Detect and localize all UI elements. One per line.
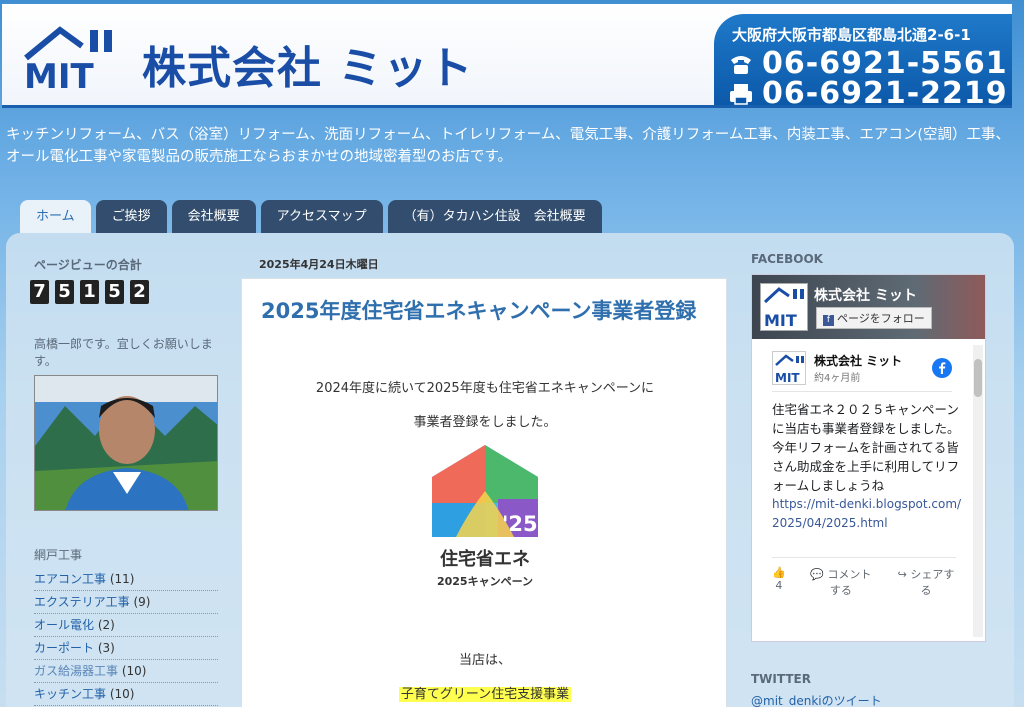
label-count: (11) xyxy=(109,572,135,586)
company-name: 株式会社 ミット xyxy=(142,43,474,94)
fax-icon xyxy=(730,83,752,105)
site-description: キッチンリフォーム、バス（浴室）リフォーム、洗面リフォーム、トイレリフォーム、電… xyxy=(6,127,1010,165)
list-item: エアコン工事 (11) xyxy=(34,568,218,591)
fb-follow-label: ページをフォロー xyxy=(837,312,925,325)
tab-home[interactable]: ホーム xyxy=(20,200,91,233)
counter-digit: 1 xyxy=(80,280,99,304)
tab-greeting[interactable]: ご挨拶 xyxy=(95,200,167,233)
contact-box: 大阪府大阪市都島区都島北通2-6-1 06-6921-5561 06-6921-… xyxy=(714,14,1012,108)
highlighted-program: 子育てグリーン住宅支援事業 xyxy=(242,683,728,702)
fb-post-author[interactable]: 株式会社 ミット xyxy=(814,352,902,369)
post-date: 2025年4月24日木曜日 xyxy=(259,258,379,271)
label-count: (10) xyxy=(109,687,135,701)
fax-row: 06-6921-2219 xyxy=(728,76,1008,108)
highlight-text: 子育てグリーン住宅支援事業 xyxy=(398,687,572,702)
profile-photo[interactable] xyxy=(34,375,218,511)
fb-post-link[interactable]: https://mit-denki.blogspot.com/2025/04/2… xyxy=(772,495,962,533)
post-text-line: 当店は、 xyxy=(458,653,511,668)
header-banner[interactable]: MIT 株式会社 ミット 大阪府大阪市都島区都島北通2-6-1 06-6921-… xyxy=(2,4,1012,108)
post-title[interactable]: 2025年度住宅省エネキャンペーン事業者登録 xyxy=(261,295,711,327)
fb-page-avatar[interactable]: MIT xyxy=(760,283,808,331)
list-item: キッチン工事 (10) xyxy=(34,683,218,706)
fb-share-label: シェアする xyxy=(910,568,955,597)
label-link[interactable]: オール電化 xyxy=(34,618,94,632)
profile-greeting: 高橋一郎です。宜しくお願いします。 xyxy=(34,337,213,368)
svg-text:MIT: MIT xyxy=(764,311,797,330)
campaign-name: 住宅省エネ xyxy=(440,549,530,570)
fax-number: 06-6921-2219 xyxy=(762,76,1008,108)
counter-digit: 5 xyxy=(105,280,124,304)
svg-text:MIT: MIT xyxy=(775,371,800,385)
fb-post-time[interactable]: 約4ヶ月前 xyxy=(814,369,902,384)
label-count: (3) xyxy=(97,641,115,655)
fb-scrollbar[interactable] xyxy=(973,345,983,637)
blog-post: 2025年度住宅省エネキャンペーン事業者登録 2024年度に続いて2025年度も… xyxy=(241,278,727,707)
fb-comment-label: コメントする xyxy=(827,568,872,597)
twitter-link[interactable]: @mit_denkiのツイート xyxy=(751,692,882,707)
thumbs-up-icon: 👍 xyxy=(772,566,786,579)
fb-post-header: MIT 株式会社 ミット 約4ヶ月前 xyxy=(772,345,952,392)
svg-text:MIT: MIT xyxy=(24,57,94,92)
tab-takahashi-profile[interactable]: （有）タカハシ住設 会社概要 xyxy=(387,200,602,233)
label-count: (9) xyxy=(133,595,151,609)
twitter-section-title: TWITTER xyxy=(751,672,811,686)
pageview-counter: 7 5 1 5 2 xyxy=(30,280,149,304)
tab-company-profile[interactable]: 会社概要 xyxy=(171,200,256,233)
fb-like-count: 4 xyxy=(775,579,783,592)
facebook-widget[interactable]: MIT 株式会社 ミット f ページをフォロー MIT 株式会社 ミット 約4ヶ月… xyxy=(751,274,986,642)
list-item: カーポート (3) xyxy=(34,637,218,660)
comment-icon: 💬 xyxy=(810,568,824,581)
fb-post-avatar[interactable]: MIT xyxy=(772,351,806,385)
list-item: エクステリア工事 (9) xyxy=(34,591,218,614)
facebook-section-title: FACEBOOK xyxy=(751,252,823,266)
label-count: (10) xyxy=(121,664,147,678)
label-link[interactable]: エアコン工事 xyxy=(34,572,106,586)
pageviews-title: ページビューの合計 xyxy=(34,258,142,272)
list-item: ガス給湯器工事 (10) xyxy=(34,660,218,683)
phone-icon xyxy=(731,55,751,74)
share-icon: ↪ xyxy=(897,568,907,581)
fb-cover: MIT 株式会社 ミット f ページをフォロー xyxy=(752,275,985,339)
fb-page-name[interactable]: 株式会社 ミット xyxy=(814,285,917,305)
company-logo-icon: MIT xyxy=(763,287,804,330)
svg-text:'25: '25 xyxy=(502,512,538,536)
fb-post-actions: 👍 4 💬 コメントする ↪ シェアする xyxy=(772,557,956,598)
profile-photo-image xyxy=(35,376,217,510)
fb-post: MIT 株式会社 ミット 約4ヶ月前 住宅省エネ２０２５キャンペーンに当店も事業… xyxy=(760,345,966,598)
labels-title: 網戸工事 xyxy=(34,548,83,562)
label-link[interactable]: ガス給湯器工事 xyxy=(34,664,118,678)
counter-digit: 2 xyxy=(130,280,149,304)
list-item: オール電化 (2) xyxy=(34,614,218,637)
counter-digit: 7 xyxy=(30,280,49,304)
campaign-subtitle: 2025キャンペーン xyxy=(436,575,534,588)
address: 大阪府大阪市都島区都島北通2-6-1 xyxy=(732,26,971,44)
label-link[interactable]: カーポート xyxy=(34,641,94,655)
facebook-icon[interactable] xyxy=(932,358,952,378)
fb-follow-button[interactable]: f ページをフォロー xyxy=(816,307,932,329)
tab-access-map[interactable]: アクセスマップ xyxy=(260,200,383,233)
label-list: エアコン工事 (11) エクステリア工事 (9) オール電化 (2) カーポート… xyxy=(34,568,218,706)
label-count: (2) xyxy=(97,618,115,632)
fb-scrollbar-thumb[interactable] xyxy=(974,359,982,397)
fb-post-text: 住宅省エネ２０２５キャンペーンに当店も事業者登録をしました。今年リフォームを計画… xyxy=(772,402,960,493)
fb-like-button[interactable]: 👍 4 xyxy=(772,566,786,598)
label-link[interactable]: エクステリア工事 xyxy=(34,595,130,609)
label-link[interactable]: キッチン工事 xyxy=(34,687,106,701)
post-text-line: 2024年度に続いて2025年度も住宅省エネキャンペーンに xyxy=(315,381,655,396)
company-logo-icon: MIT xyxy=(775,354,804,385)
nav-tabs: ホーム ご挨拶 会社概要 アクセスマップ （有）タカハシ住設 会社概要 xyxy=(20,200,602,233)
post-text-line: 事業者登録をしました。 xyxy=(413,415,557,430)
facebook-icon: f xyxy=(823,315,834,326)
fb-comment-button[interactable]: 💬 コメントする xyxy=(806,566,876,598)
company-logo-icon: MIT xyxy=(24,26,112,92)
campaign-logo-icon[interactable]: '25 xyxy=(428,443,542,541)
counter-digit: 5 xyxy=(55,280,74,304)
fb-share-button[interactable]: ↪ シェアする xyxy=(896,566,956,598)
